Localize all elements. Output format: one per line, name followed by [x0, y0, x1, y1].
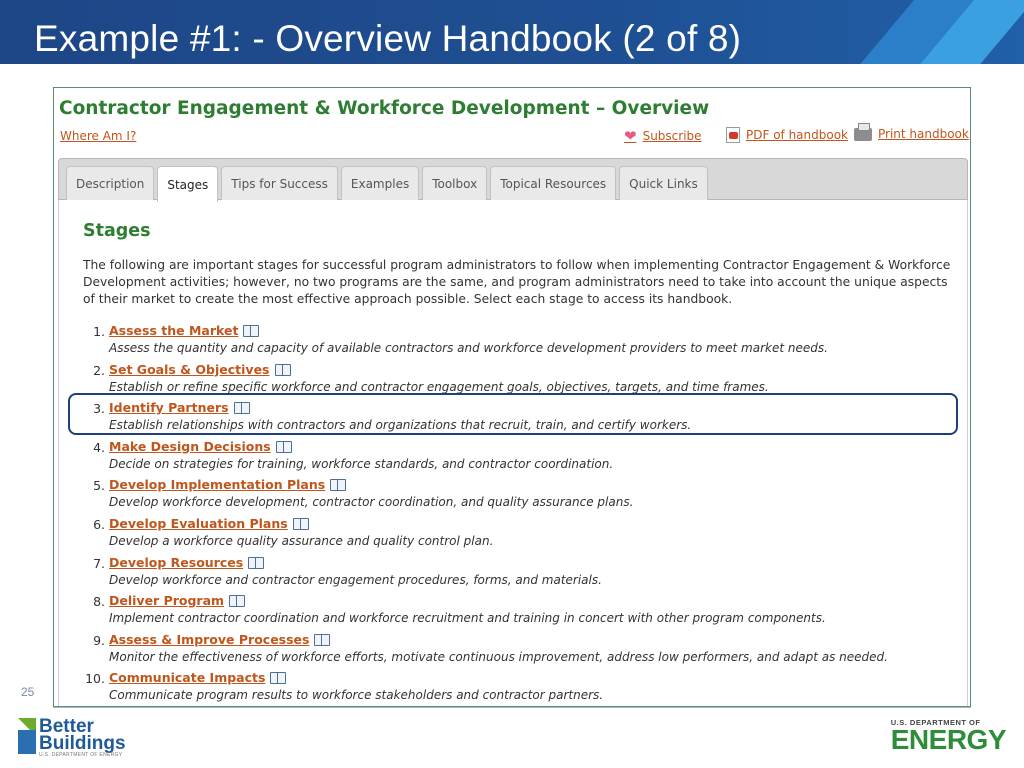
- list-item: 4. Make Design Decisions Decide on strateg…: [83, 439, 963, 478]
- stage-number: 10.: [85, 671, 105, 687]
- stage-description: Communicate program results to workforce…: [109, 688, 604, 703]
- stage-number: 7.: [93, 555, 105, 571]
- footer-divider: [53, 707, 971, 708]
- tab-tips-for-success[interactable]: Tips for Success: [221, 166, 338, 200]
- list-item: 1. Assess the Market Assess the quantity a…: [83, 323, 963, 362]
- stage-link[interactable]: Assess & Improve Processes: [109, 632, 309, 647]
- section-heading: Stages: [83, 221, 151, 241]
- tabs: Description Stages Tips for Success Example…: [66, 166, 708, 202]
- printer-icon: [854, 122, 872, 141]
- logo-tagline: U.S. DEPARTMENT OF ENERGY: [39, 752, 123, 758]
- stage-number: 8.: [93, 594, 105, 610]
- highlight-box: [68, 393, 958, 435]
- stage-description: Monitor the effectiveness of workforce e…: [109, 649, 888, 664]
- stage-link[interactable]: Develop Implementation Plans: [109, 477, 325, 492]
- stage-description: Establish or refine specific workforce a…: [109, 379, 769, 394]
- doe-logo: U.S. DEPARTMENT OF ENERGY: [890, 718, 1007, 755]
- slide-title: Example #1: - Overview Handbook (2 of 8): [34, 18, 742, 59]
- book-icon[interactable]: [269, 671, 287, 685]
- pdf-link[interactable]: PDF of handbook: [726, 127, 848, 143]
- print-link[interactable]: Print handbook: [854, 122, 969, 141]
- list-item: 5. Develop Implementation Plans Develop wo…: [83, 477, 963, 516]
- doe-logo-bottom: ENERGY: [890, 724, 1007, 755]
- tab-toolbox[interactable]: Toolbox: [422, 166, 488, 200]
- stage-number: 6.: [93, 516, 105, 532]
- stage-number: 5.: [93, 478, 105, 494]
- stage-description: Develop a workforce quality assurance an…: [109, 533, 494, 548]
- book-icon[interactable]: [228, 594, 246, 608]
- logo-line2: Buildings: [39, 733, 126, 754]
- list-item: 10. Communicate Impacts Communicate progra…: [83, 670, 963, 706]
- stage-description: Implement contractor coordination and wo…: [109, 611, 826, 626]
- handbook-screenshot: Contractor Engagement & Workforce Develo…: [53, 87, 971, 707]
- book-icon[interactable]: [242, 324, 260, 337]
- better-buildings-logo: Better Buildings U.S. DEPARTMENT OF ENER…: [18, 717, 126, 758]
- tab-topical-resources[interactable]: Topical Resources: [490, 166, 617, 200]
- list-item: 6. Develop Evaluation Plans Develop a work…: [83, 516, 963, 555]
- stage-link[interactable]: Set Goals & Objectives: [109, 362, 270, 377]
- book-icon[interactable]: [329, 478, 347, 492]
- where-am-i-link[interactable]: Where Am I?: [60, 129, 136, 143]
- stage-link[interactable]: Assess the Market: [109, 323, 238, 338]
- tab-bar: Description Stages Tips for Success Example…: [58, 158, 968, 202]
- subscribe-link[interactable]: ❤ Subscribe: [624, 127, 702, 145]
- tab-description[interactable]: Description: [66, 166, 155, 200]
- book-icon[interactable]: [274, 363, 291, 376]
- pdf-icon: [726, 127, 740, 143]
- stage-link[interactable]: Develop Evaluation Plans: [109, 516, 288, 531]
- stage-description: Assess the quantity and capacity of avai…: [109, 341, 828, 355]
- slide-header: Example #1: - Overview Handbook (2 of 8): [0, 0, 1024, 64]
- stage-list: 1. Assess the Market Assess the quantity a…: [83, 323, 963, 706]
- subscribe-label: Subscribe: [642, 129, 702, 143]
- list-item: 7. Develop Resources Develop workforce and…: [83, 555, 963, 594]
- list-item: 8. Deliver Program Implement contractor co…: [83, 593, 963, 632]
- stage-link[interactable]: Deliver Program: [109, 593, 224, 608]
- book-icon[interactable]: [275, 440, 292, 453]
- tab-examples[interactable]: Examples: [340, 166, 420, 200]
- book-icon[interactable]: [247, 556, 265, 569]
- tab-stages[interactable]: Stages: [157, 166, 219, 202]
- stage-number: 4.: [93, 439, 105, 455]
- list-item: 9. Assess & Improve Processes Monitor the …: [83, 632, 963, 671]
- stage-link[interactable]: Communicate Impacts: [109, 670, 265, 685]
- pdf-label: PDF of handbook: [746, 128, 849, 142]
- stage-description: Develop workforce development, contracto…: [109, 495, 634, 510]
- stage-description: Decide on strategies for training, workf…: [109, 456, 614, 471]
- page-number: 25: [21, 685, 35, 699]
- stage-description: Develop workforce and contractor engagem…: [109, 572, 602, 587]
- book-icon[interactable]: [292, 517, 309, 530]
- print-label: Print handbook: [878, 127, 969, 141]
- page-title: Contractor Engagement & Workforce Develo…: [59, 98, 710, 119]
- stage-number: 9.: [93, 632, 105, 648]
- intro-text: The following are important stages for s…: [83, 258, 951, 306]
- better-buildings-mark-icon: [18, 718, 36, 754]
- stage-link[interactable]: Develop Resources: [109, 555, 243, 570]
- tab-quick-links[interactable]: Quick Links: [619, 166, 708, 200]
- stage-number: 2.: [93, 362, 105, 378]
- stage-number: 1.: [93, 324, 105, 339]
- book-icon[interactable]: [313, 633, 331, 646]
- heart-icon: ❤: [624, 127, 637, 145]
- stage-link[interactable]: Make Design Decisions: [109, 439, 271, 454]
